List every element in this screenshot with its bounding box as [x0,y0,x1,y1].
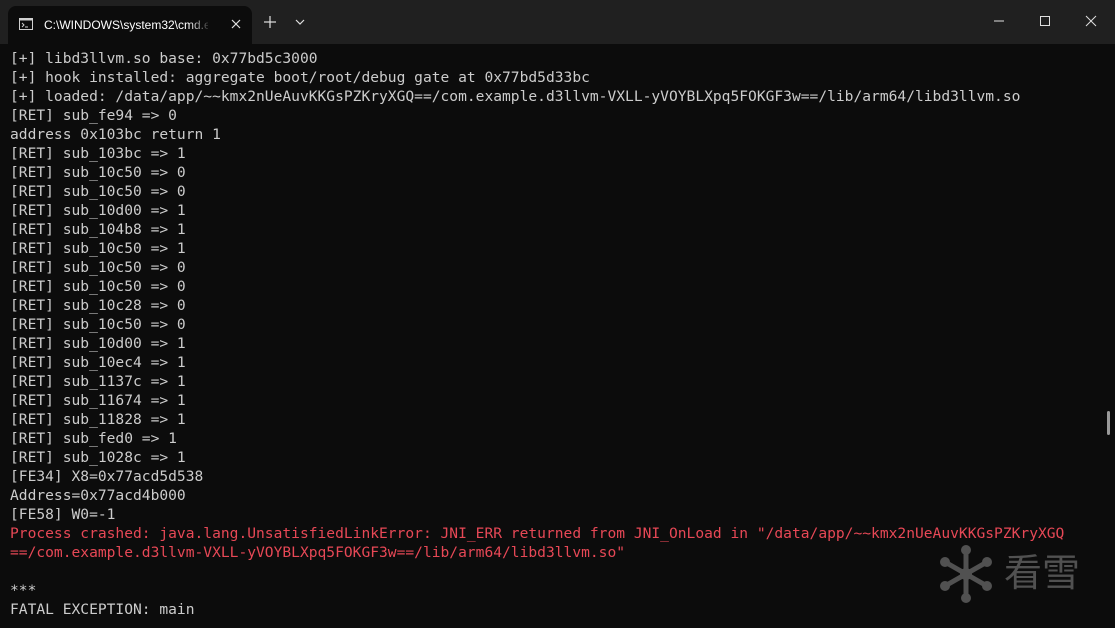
chevron-down-icon[interactable] [288,10,312,34]
console-line: [RET] sub_10d00 => 1 [10,202,186,219]
console-line: [RET] sub_10c50 => 0 [10,316,186,333]
console-line: [RET] sub_10c50 => 0 [10,183,186,200]
console-line: [RET] sub_1028c => 1 [10,449,186,466]
console-line: [+] hook installed: aggregate boot/root/… [10,69,590,86]
tab-title-fade [188,14,212,36]
watermark-text: 看雪 [1004,551,1081,595]
terminal-window: C:\WINDOWS\system32\cmd.e [+] libd3llvm.… [0,0,1115,628]
title-bar[interactable]: C:\WINDOWS\system32\cmd.e [0,0,1115,44]
console-line: Address=0x77acd4b000 [10,487,186,504]
console-line: [FE34] X8=0x77acd5d538 [10,468,204,485]
console-line: [RET] sub_10c50 => 1 [10,240,186,257]
console-line: [RET] sub_10c50 => 0 [10,259,186,276]
snowflake-icon [940,545,992,603]
plus-icon[interactable] [258,10,282,34]
console-line: [RET] sub_104b8 => 1 [10,221,186,238]
console-line: [RET] sub_1137c => 1 [10,373,186,390]
close-icon[interactable] [228,16,244,32]
minimize-icon[interactable] [976,0,1022,42]
console-line: [RET] sub_11828 => 1 [10,411,186,428]
console-line: address 0x103bc return 1 [10,126,221,143]
console-output[interactable]: [+] libd3llvm.so base: 0x77bd5c3000 [+] h… [10,49,1100,628]
console-line: [RET] sub_fe94 => 0 [10,107,177,124]
console-line: [FE58] W0=-1 [10,506,116,523]
close-icon[interactable] [1068,0,1114,42]
console-line: [RET] sub_103bc => 1 [10,145,186,162]
maximize-icon[interactable] [1022,0,1068,42]
tab-title: C:\WINDOWS\system32\cmd.e [44,18,208,32]
tab-cmd[interactable]: C:\WINDOWS\system32\cmd.e [8,6,252,44]
console-line: [+] loaded: /data/app/~~kmx2nUeAuvKKGsPZ… [10,88,1021,105]
console-line: [RET] sub_10ec4 => 1 [10,354,186,371]
watermark: 看雪 [936,544,1096,604]
console-line: [+] libd3llvm.so base: 0x77bd5c3000 [10,50,318,67]
console-line: [RET] sub_fed0 => 1 [10,430,177,447]
console-line: [RET] sub_10c28 => 0 [10,297,186,314]
console-error-line: Process crashed: java.lang.UnsatisfiedLi… [10,525,1065,542]
console-line: [RET] sub_11674 => 1 [10,392,186,409]
console-line: [RET] sub_10c50 => 0 [10,278,186,295]
scrollbar-thumb[interactable] [1107,411,1110,435]
console-icon [19,18,33,30]
console-line: [RET] sub_10d00 => 1 [10,335,186,352]
console-line: [RET] sub_10c50 => 0 [10,164,186,181]
